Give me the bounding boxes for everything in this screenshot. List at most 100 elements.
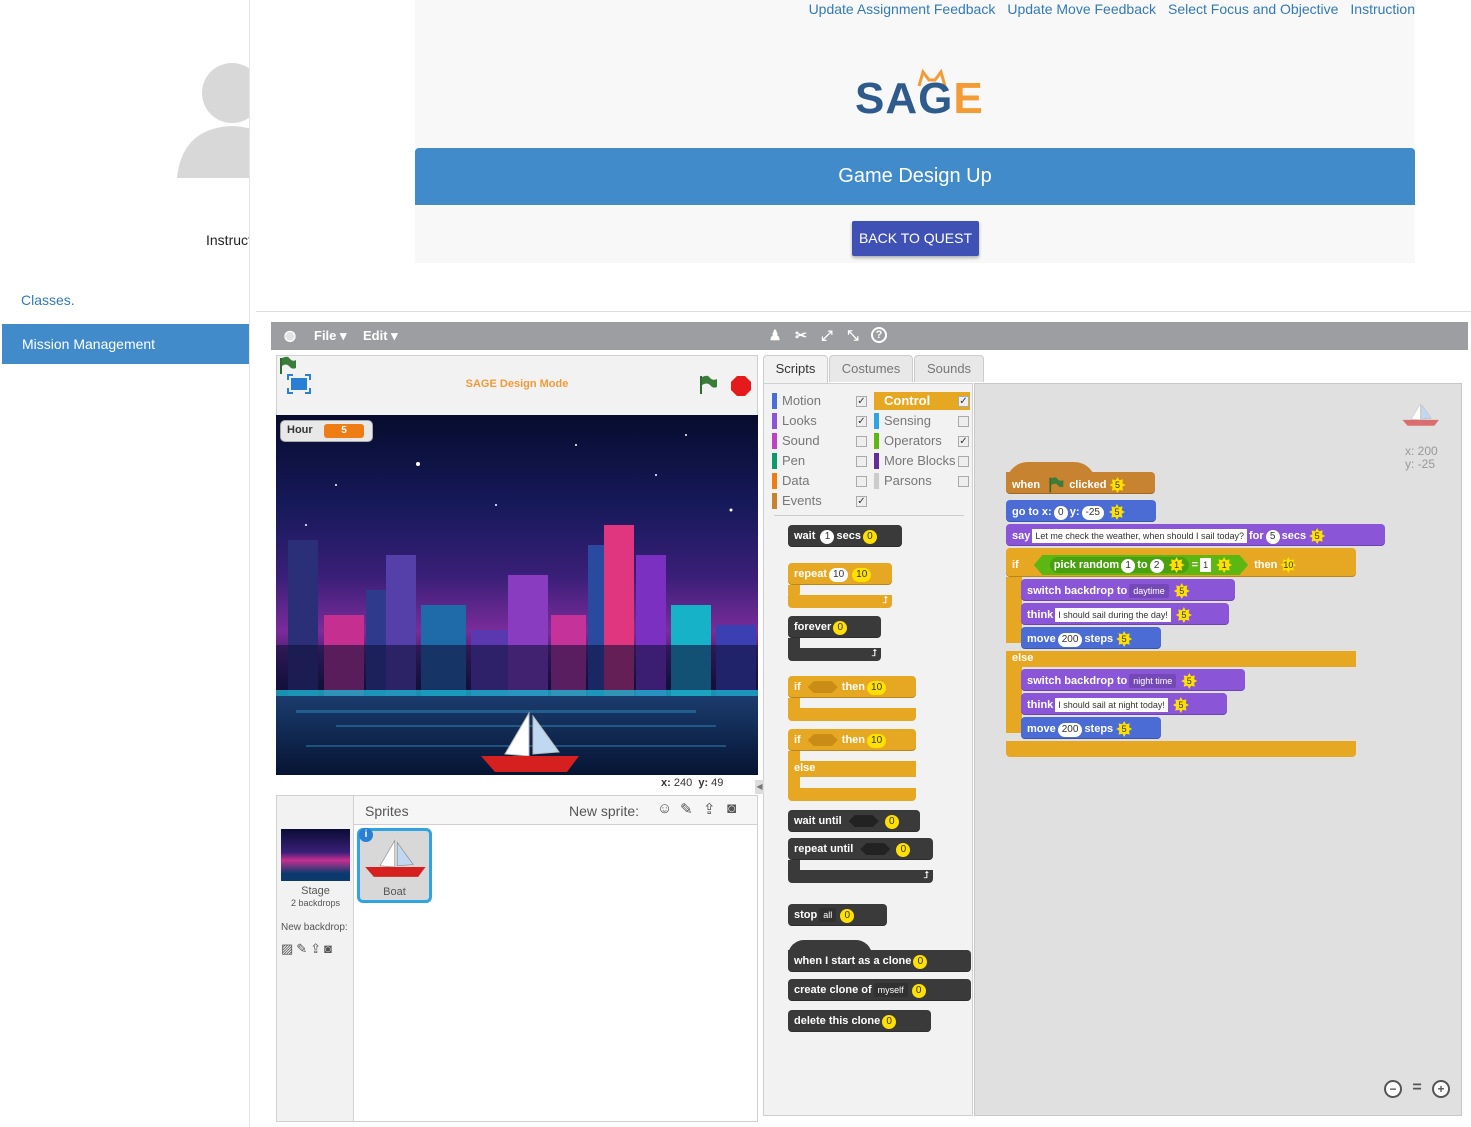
- if-then-block[interactable]: if then 10: [788, 676, 916, 722]
- zoom-in-icon[interactable]: +: [1432, 1080, 1450, 1098]
- mouse-y: 49: [711, 777, 724, 789]
- editor-menubar: ◍ File ▾ Edit ▾ ♟ ✂ ⤢ ⤡ ?: [271, 322, 1468, 350]
- help-icon[interactable]: ?: [871, 327, 887, 343]
- nav-item-mission-management[interactable]: Mission Management: [2, 324, 249, 364]
- link-instruction[interactable]: Instruction: [1350, 1, 1415, 17]
- zoom-reset-icon[interactable]: =: [1408, 1080, 1426, 1098]
- category-color-bar: [772, 453, 777, 469]
- if-else-script-block[interactable]: if pick random 1 to 2 1 = 1 1 then 10 switch ba…: [1006, 548, 1356, 763]
- boat-sprite-thumbnail[interactable]: i Boat: [357, 828, 432, 903]
- when-flag-clicked-hat[interactable]: when clicked 5: [1006, 462, 1155, 498]
- cut-icon[interactable]: ✂: [793, 327, 809, 343]
- category-label: Control: [884, 393, 931, 408]
- backdrop-library-icon[interactable]: ▨: [281, 941, 293, 957]
- category-looks[interactable]: Looks: [772, 412, 868, 430]
- paint-sprite-icon[interactable]: ✎: [680, 800, 693, 818]
- category-sensing[interactable]: Sensing: [874, 412, 970, 430]
- move-steps-block-2[interactable]: move 200 steps 5: [1021, 717, 1161, 739]
- category-motion[interactable]: Motion: [772, 392, 868, 410]
- sprite-library-icon[interactable]: ☺: [657, 800, 672, 817]
- link-update-move-feedback[interactable]: Update Move Feedback: [1007, 1, 1156, 17]
- stage-backdrop-count: 2 backdrops: [290, 898, 341, 908]
- category-pen[interactable]: Pen: [772, 452, 868, 470]
- stop-block[interactable]: stop all 0: [788, 904, 887, 926]
- camera-backdrop-icon[interactable]: ◙: [324, 941, 332, 957]
- category-checkbox[interactable]: [958, 456, 969, 467]
- upload-sprite-icon[interactable]: ⇪: [703, 800, 716, 818]
- boat-sprite[interactable]: [479, 708, 583, 775]
- edit-menu[interactable]: Edit ▾: [363, 328, 398, 344]
- duplicate-icon[interactable]: ♟: [767, 327, 783, 343]
- category-sound[interactable]: Sound: [772, 432, 868, 450]
- green-flag-script[interactable]: when clicked 5 go to x: 0 y: -25 5 say Let me …: [1006, 462, 1396, 762]
- paint-backdrop-icon[interactable]: ✎: [296, 941, 307, 957]
- sprite-y-readout: y: -25: [1405, 457, 1436, 471]
- if-else-block[interactable]: if then 10 else: [788, 729, 916, 803]
- camera-sprite-icon[interactable]: ◙: [727, 800, 736, 817]
- stage-header: SAGE Design Mode: [276, 355, 758, 415]
- link-select-focus-objective[interactable]: Select Focus and Objective: [1168, 1, 1338, 17]
- file-menu[interactable]: File ▾: [314, 328, 347, 344]
- move-steps-block-1[interactable]: move 200 steps 5: [1021, 627, 1161, 649]
- tab-costumes[interactable]: Costumes: [829, 355, 913, 382]
- forever-block[interactable]: forever 0 ⮥: [788, 616, 881, 662]
- category-more-blocks[interactable]: More Blocks: [874, 452, 970, 470]
- stop-icon[interactable]: [730, 375, 752, 397]
- top-links: Update Assignment Feedback Update Move F…: [809, 1, 1415, 17]
- scripts-area[interactable]: x: 200 y: -25 when clicked 5 go to x: 0 y: -…: [974, 383, 1462, 1116]
- wait-until-block[interactable]: wait until 0: [788, 810, 920, 832]
- category-data[interactable]: Data: [772, 472, 868, 490]
- category-label: Operators: [884, 433, 942, 448]
- go-to-xy-block[interactable]: go to x: 0 y: -25 5: [1006, 500, 1156, 522]
- switch-backdrop-daytime-block[interactable]: switch backdrop to daytime 5: [1021, 579, 1235, 601]
- category-events[interactable]: Events: [772, 492, 868, 510]
- category-color-bar: [874, 413, 879, 429]
- create-clone-block[interactable]: create clone of myself 0: [788, 979, 971, 1001]
- category-color-bar: [772, 393, 777, 409]
- switch-backdrop-night-block[interactable]: switch backdrop to night time 5: [1021, 669, 1245, 691]
- nav-item-classes[interactable]: Classes.: [21, 292, 75, 308]
- category-checkbox[interactable]: ✓: [958, 436, 969, 447]
- category-checkbox[interactable]: [856, 456, 867, 467]
- grow-icon[interactable]: ⤢: [819, 327, 835, 343]
- repeat-until-block[interactable]: repeat until 0 ⮥: [788, 838, 933, 884]
- sage-logo: SAGE: [855, 68, 983, 123]
- stage-collapse-arrow[interactable]: ◀: [755, 780, 764, 794]
- stage-canvas[interactable]: Hour 5: [276, 415, 758, 775]
- category-label: Parsons: [884, 473, 932, 488]
- globe-icon[interactable]: ◍: [282, 327, 298, 343]
- hour-variable-monitor[interactable]: Hour 5: [280, 420, 373, 442]
- delete-clone-block[interactable]: delete this clone 0: [788, 1010, 931, 1032]
- category-color-bar: [772, 473, 777, 489]
- shrink-icon[interactable]: ⤡: [845, 327, 861, 343]
- equals-operator[interactable]: pick random 1 to 2 1 = 1 1: [1033, 555, 1249, 575]
- back-to-quest-button[interactable]: BACK TO QUEST: [852, 221, 979, 256]
- link-update-assignment-feedback[interactable]: Update Assignment Feedback: [809, 1, 996, 17]
- stage-thumbnail[interactable]: [281, 829, 350, 881]
- category-control[interactable]: Control: [874, 392, 970, 410]
- category-checkbox[interactable]: [856, 476, 867, 487]
- category-checkbox[interactable]: ✓: [958, 396, 969, 407]
- think-night-block[interactable]: think I should sail at night today! 5: [1021, 693, 1227, 715]
- wait-secs-block[interactable]: wait 1 secs 0: [788, 525, 902, 547]
- category-checkbox[interactable]: [958, 476, 969, 487]
- repeat-block[interactable]: repeat 10 10 ⮥: [788, 563, 892, 609]
- green-flag-icon[interactable]: [697, 374, 719, 396]
- upload-backdrop-icon[interactable]: ⇪: [310, 941, 321, 957]
- page-title: Game Design Up: [415, 148, 1415, 205]
- category-checkbox[interactable]: ✓: [856, 396, 867, 407]
- pick-random-operator[interactable]: pick random 1 to 2 1: [1049, 557, 1189, 573]
- category-parsons[interactable]: Parsons: [874, 472, 970, 490]
- category-checkbox[interactable]: ✓: [856, 416, 867, 427]
- think-day-block[interactable]: think I should sail during the day! 5: [1021, 603, 1229, 625]
- zoom-out-icon[interactable]: −: [1384, 1080, 1402, 1098]
- tab-scripts[interactable]: Scripts: [763, 355, 828, 384]
- category-checkbox[interactable]: ✓: [856, 496, 867, 507]
- category-label: Looks: [782, 413, 817, 428]
- tab-sounds[interactable]: Sounds: [914, 355, 984, 382]
- category-checkbox[interactable]: [856, 436, 867, 447]
- category-operators[interactable]: Operators: [874, 432, 970, 450]
- category-checkbox[interactable]: [958, 416, 969, 427]
- say-for-secs-block[interactable]: say Let me check the weather, when should…: [1006, 524, 1385, 546]
- when-start-clone-block[interactable]: when I start as a clone 0: [788, 940, 971, 972]
